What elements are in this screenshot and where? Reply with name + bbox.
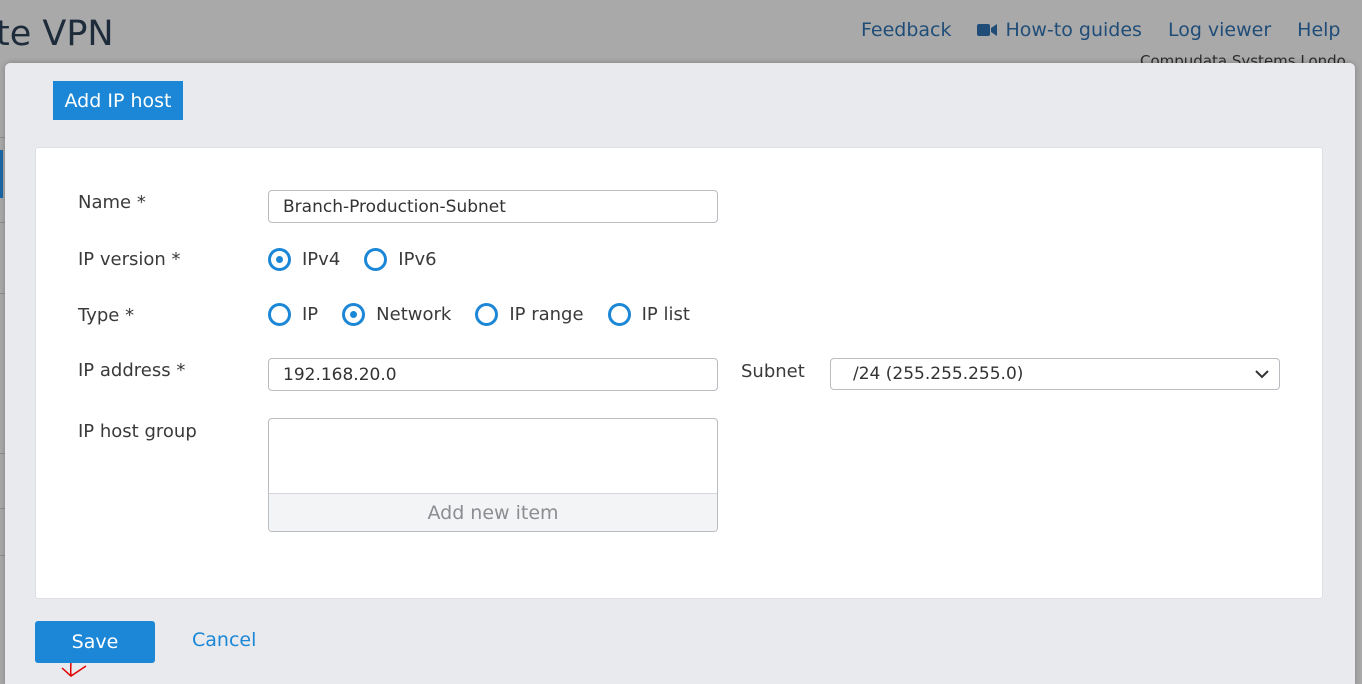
subnet-selected-value: /24 (255.255.255.0): [853, 364, 1024, 384]
ipv4-label: IPv4: [302, 249, 341, 270]
save-button[interactable]: Save: [35, 621, 155, 663]
background-accent-bar: [0, 150, 3, 198]
type-network-label: Network: [376, 304, 452, 325]
background-top-nav: Feedback How-to guides Log viewer Help a…: [861, 18, 1362, 42]
type-radio-group: IP Network IP range IP list: [268, 303, 714, 326]
ip-version-ipv6-radio[interactable]: IPv6: [364, 248, 437, 271]
add-ip-host-dialog: Add IP host Name * Branch-Production-Sub…: [5, 63, 1355, 684]
radio-circle-icon: [342, 303, 366, 326]
ip-version-radio-group: IPv4 IPv6: [268, 248, 461, 271]
dialog-title-tab: Add IP host: [53, 81, 183, 120]
radio-circle-icon: [607, 303, 631, 326]
type-ip-list-radio[interactable]: IP list: [607, 303, 690, 326]
ip-version-ipv4-radio[interactable]: IPv4: [268, 248, 340, 271]
help-link[interactable]: Help: [1297, 19, 1340, 41]
feedback-link[interactable]: Feedback: [861, 19, 951, 41]
ip-address-input[interactable]: 192.168.20.0: [268, 358, 718, 391]
type-ip-label: IP: [302, 304, 319, 325]
radio-circle-icon: [364, 248, 388, 271]
name-input[interactable]: Branch-Production-Subnet: [268, 190, 718, 223]
background-page-title: te VPN: [0, 14, 114, 54]
name-label: Name *: [78, 192, 146, 213]
type-ip-list-label: IP list: [641, 304, 690, 325]
type-ip-radio[interactable]: IP: [268, 303, 318, 326]
ip-host-group-label: IP host group: [78, 421, 197, 442]
radio-circle-icon: [268, 248, 291, 271]
type-ip-range-label: IP range: [509, 304, 584, 325]
type-ip-range-radio[interactable]: IP range: [475, 303, 584, 326]
subnet-label: Subnet: [741, 361, 805, 382]
chevron-down-icon: [1255, 369, 1269, 378]
type-network-radio[interactable]: Network: [342, 303, 451, 326]
add-new-item-button[interactable]: Add new item: [269, 493, 717, 531]
subnet-select[interactable]: /24 (255.255.255.0): [830, 358, 1280, 390]
how-to-guides-label: How-to guides: [1005, 19, 1142, 41]
ip-version-label: IP version *: [78, 249, 181, 270]
cancel-button[interactable]: Cancel: [192, 629, 256, 651]
radio-circle-icon: [475, 303, 499, 326]
form-panel: Name * Branch-Production-Subnet IP versi…: [35, 147, 1323, 599]
radio-circle-icon: [268, 303, 291, 326]
ip-host-group-list[interactable]: Add new item: [268, 418, 718, 532]
ip-address-label: IP address *: [78, 360, 186, 381]
how-to-guides-link[interactable]: How-to guides: [977, 19, 1142, 41]
log-viewer-link[interactable]: Log viewer: [1168, 19, 1271, 41]
type-label: Type *: [78, 305, 135, 326]
video-camera-icon: [977, 24, 998, 36]
ipv6-label: IPv6: [398, 249, 437, 270]
